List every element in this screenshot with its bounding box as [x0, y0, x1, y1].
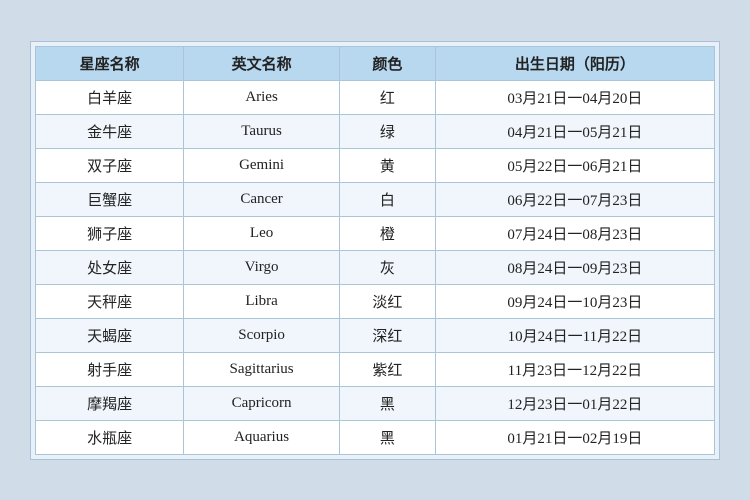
cell-color: 绿: [339, 114, 435, 148]
cell-chinese-name: 处女座: [36, 250, 184, 284]
table-row: 狮子座Leo橙07月24日一08月23日: [36, 216, 715, 250]
cell-chinese-name: 巨蟹座: [36, 182, 184, 216]
table-row: 水瓶座Aquarius黑01月21日一02月19日: [36, 420, 715, 454]
cell-english-name: Sagittarius: [184, 352, 340, 386]
header-dates: 出生日期（阳历）: [435, 46, 714, 80]
cell-dates: 04月21日一05月21日: [435, 114, 714, 148]
table-row: 巨蟹座Cancer白06月22日一07月23日: [36, 182, 715, 216]
table-header-row: 星座名称 英文名称 颜色 出生日期（阳历）: [36, 46, 715, 80]
cell-chinese-name: 金牛座: [36, 114, 184, 148]
cell-chinese-name: 水瓶座: [36, 420, 184, 454]
table-row: 摩羯座Capricorn黑12月23日一01月22日: [36, 386, 715, 420]
header-english-name: 英文名称: [184, 46, 340, 80]
table-row: 双子座Gemini黄05月22日一06月21日: [36, 148, 715, 182]
cell-dates: 11月23日一12月22日: [435, 352, 714, 386]
cell-english-name: Libra: [184, 284, 340, 318]
header-color: 颜色: [339, 46, 435, 80]
table-row: 金牛座Taurus绿04月21日一05月21日: [36, 114, 715, 148]
cell-chinese-name: 摩羯座: [36, 386, 184, 420]
cell-dates: 03月21日一04月20日: [435, 80, 714, 114]
cell-color: 白: [339, 182, 435, 216]
cell-chinese-name: 天蝎座: [36, 318, 184, 352]
cell-dates: 12月23日一01月22日: [435, 386, 714, 420]
header-chinese-name: 星座名称: [36, 46, 184, 80]
cell-english-name: Gemini: [184, 148, 340, 182]
table-row: 天秤座Libra淡红09月24日一10月23日: [36, 284, 715, 318]
cell-english-name: Capricorn: [184, 386, 340, 420]
cell-color: 灰: [339, 250, 435, 284]
cell-color: 黄: [339, 148, 435, 182]
cell-dates: 10月24日一11月22日: [435, 318, 714, 352]
zodiac-table-container: 星座名称 英文名称 颜色 出生日期（阳历） 白羊座Aries红03月21日一04…: [30, 41, 720, 460]
cell-color: 红: [339, 80, 435, 114]
cell-chinese-name: 狮子座: [36, 216, 184, 250]
cell-english-name: Leo: [184, 216, 340, 250]
cell-color: 紫红: [339, 352, 435, 386]
cell-color: 橙: [339, 216, 435, 250]
table-row: 处女座Virgo灰08月24日一09月23日: [36, 250, 715, 284]
table-row: 天蝎座Scorpio深红10月24日一11月22日: [36, 318, 715, 352]
cell-dates: 01月21日一02月19日: [435, 420, 714, 454]
cell-dates: 09月24日一10月23日: [435, 284, 714, 318]
cell-chinese-name: 射手座: [36, 352, 184, 386]
cell-dates: 08月24日一09月23日: [435, 250, 714, 284]
cell-english-name: Taurus: [184, 114, 340, 148]
cell-color: 黑: [339, 386, 435, 420]
cell-color: 淡红: [339, 284, 435, 318]
cell-color: 深红: [339, 318, 435, 352]
table-row: 射手座Sagittarius紫红11月23日一12月22日: [36, 352, 715, 386]
cell-chinese-name: 白羊座: [36, 80, 184, 114]
cell-dates: 07月24日一08月23日: [435, 216, 714, 250]
cell-english-name: Cancer: [184, 182, 340, 216]
cell-chinese-name: 双子座: [36, 148, 184, 182]
cell-color: 黑: [339, 420, 435, 454]
cell-english-name: Scorpio: [184, 318, 340, 352]
zodiac-table: 星座名称 英文名称 颜色 出生日期（阳历） 白羊座Aries红03月21日一04…: [35, 46, 715, 455]
cell-english-name: Virgo: [184, 250, 340, 284]
cell-english-name: Aries: [184, 80, 340, 114]
cell-dates: 06月22日一07月23日: [435, 182, 714, 216]
cell-chinese-name: 天秤座: [36, 284, 184, 318]
cell-english-name: Aquarius: [184, 420, 340, 454]
cell-dates: 05月22日一06月21日: [435, 148, 714, 182]
table-row: 白羊座Aries红03月21日一04月20日: [36, 80, 715, 114]
